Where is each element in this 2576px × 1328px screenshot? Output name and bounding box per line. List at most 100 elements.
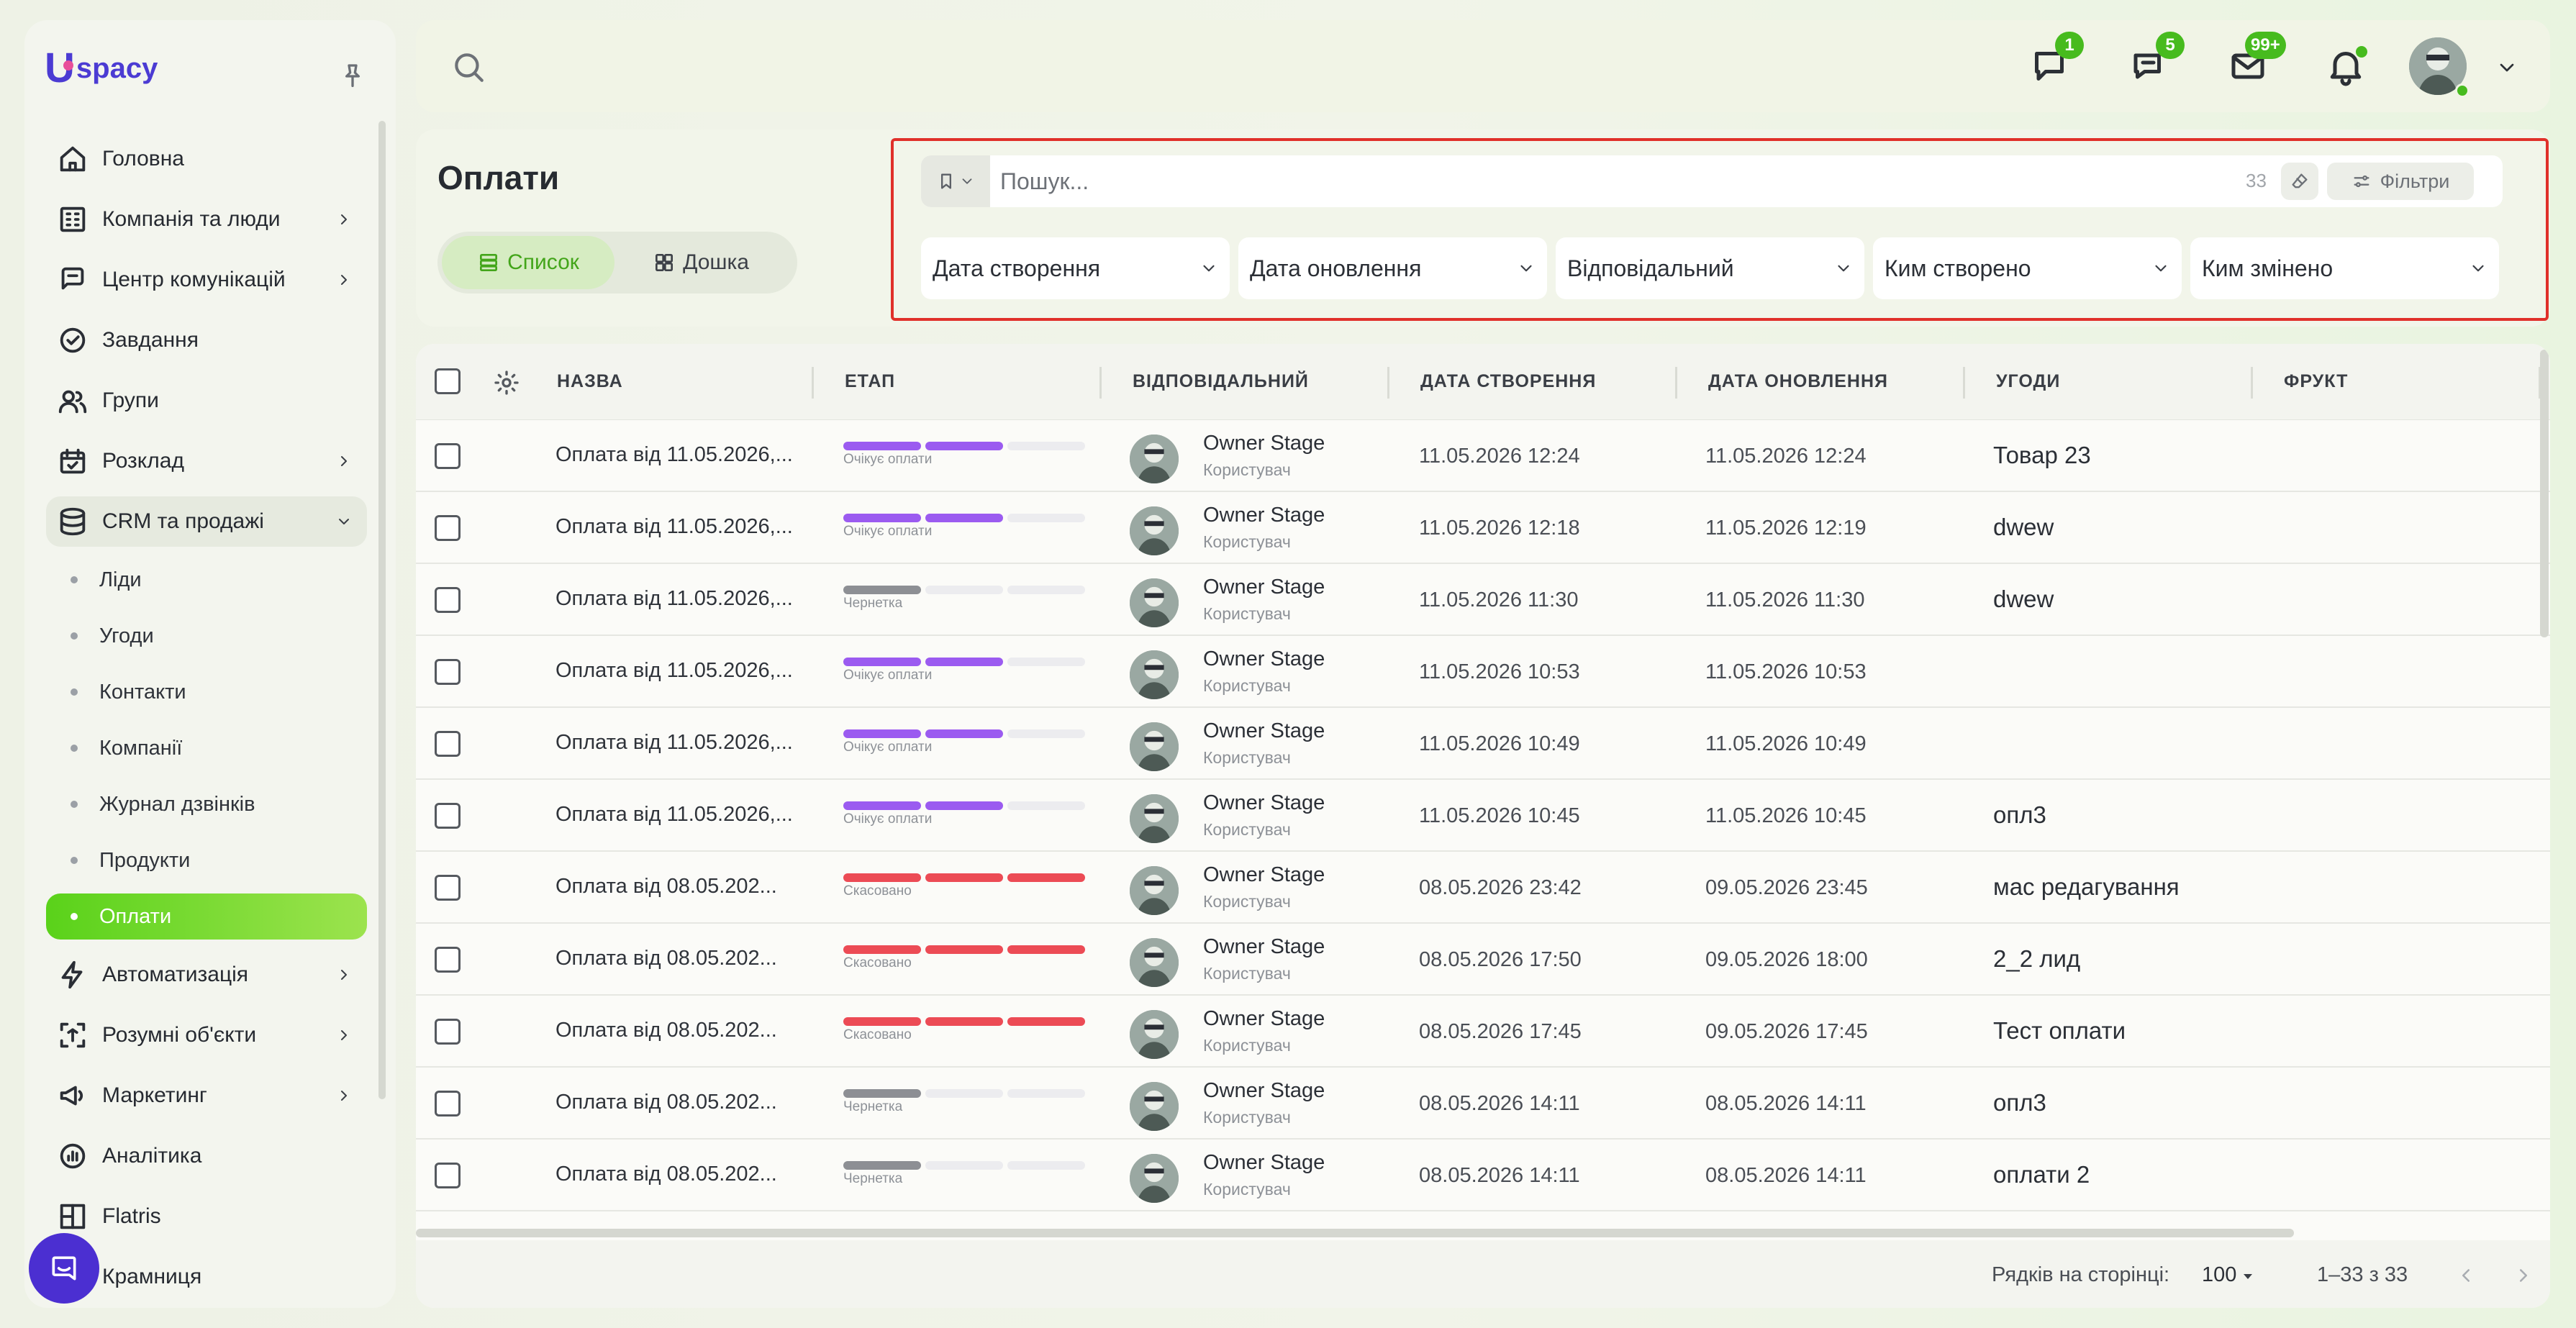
payment-name-link[interactable]: Оплата від 11.05.2026,... [555,659,797,683]
table-row[interactable]: Оплата від 11.05.2026,... Очікує оплати Ow… [416,420,2550,492]
chevron-right-icon[interactable] [335,211,353,228]
responsible-name[interactable]: Owner Stage [1203,1007,1325,1031]
payment-name-link[interactable]: Оплата від 11.05.2026,... [555,803,797,827]
table-row[interactable]: Оплата від 11.05.2026,... Очікує оплати Ow… [416,636,2550,708]
filter-select[interactable]: Ким створено [1873,237,2182,299]
table-horizontal-scrollbar[interactable] [416,1229,2294,1237]
select-all-checkbox[interactable] [435,368,461,394]
filter-select[interactable]: Відповідальний [1556,237,1864,299]
column-header[interactable]: НАЗВА [557,371,623,392]
column-header[interactable]: ФРУКТ [2284,371,2348,392]
deal-link[interactable]: 2_2 лид [1993,945,2080,973]
deal-link[interactable]: Товар 23 [1993,442,2091,469]
previous-page-icon[interactable] [2455,1265,2477,1286]
sidebar-item-communication[interactable]: Центр комунікацій [46,255,367,305]
sidebar-subitem[interactable]: Ліди [46,557,367,603]
table-row[interactable]: Оплата від 11.05.2026,... Очікує оплати Ow… [416,780,2550,852]
sidebar-scrollbar[interactable] [378,121,386,1099]
deal-link[interactable]: dwew [1993,586,2054,613]
sidebar-item-flatris[interactable]: Flatris [46,1191,367,1242]
payment-name-link[interactable]: Оплата від 11.05.2026,... [555,443,797,467]
responsible-name[interactable]: Owner Stage [1203,647,1325,671]
responsible-name[interactable]: Owner Stage [1203,863,1325,887]
row-checkbox[interactable] [435,1019,461,1045]
responsible-name[interactable]: Owner Stage [1203,432,1325,455]
sidebar-item-home[interactable]: Головна [46,134,367,184]
filter-select[interactable]: Ким змінено [2190,237,2499,299]
sidebar-item-task-check[interactable]: Завдання [46,315,367,365]
deal-link[interactable]: dwew [1993,514,2054,541]
table-row[interactable]: Оплата від 11.05.2026,... Чернетка Owner S… [416,564,2550,636]
filter-select[interactable]: Дата створення [921,237,1230,299]
sidebar-subitem[interactable]: Контакти [46,669,367,715]
column-resize-handle[interactable] [812,367,814,399]
payment-name-link[interactable]: Оплата від 08.05.202... [555,875,797,899]
table-row[interactable]: Оплата від 08.05.202... Чернетка Owner Sta… [416,1068,2550,1140]
row-checkbox[interactable] [435,947,461,973]
table-row[interactable]: Оплата від 08.05.202... Чернетка Owner Sta… [416,1140,2550,1211]
responsible-name[interactable]: Owner Stage [1203,791,1325,815]
chevron-right-icon[interactable] [335,966,353,983]
sidebar-subitem[interactable]: Угоди [46,613,367,659]
row-checkbox[interactable] [435,659,461,685]
deal-link[interactable]: мас редагування [1993,873,2180,901]
column-resize-handle[interactable] [1963,367,1965,399]
payment-name-link[interactable]: Оплата від 08.05.202... [555,1019,797,1042]
deal-link[interactable]: оплати 2 [1993,1161,2090,1188]
payment-name-link[interactable]: Оплата від 11.05.2026,... [555,587,797,611]
responsible-name[interactable]: Owner Stage [1203,1079,1325,1103]
payment-name-link[interactable]: Оплата від 08.05.202... [555,1163,797,1186]
chevron-down-icon[interactable] [335,513,353,530]
payment-name-link[interactable]: Оплата від 11.05.2026,... [555,515,797,539]
payment-name-link[interactable]: Оплата від 11.05.2026,... [555,731,797,755]
row-checkbox[interactable] [435,515,461,541]
chevron-right-icon[interactable] [335,452,353,470]
chevron-right-icon[interactable] [335,1087,353,1104]
sidebar-subitem[interactable]: Оплати [46,893,367,940]
sidebar-item-marketing[interactable]: Маркетинг [46,1070,367,1121]
row-checkbox[interactable] [435,587,461,613]
search-icon[interactable] [450,49,486,85]
responsible-name[interactable]: Owner Stage [1203,1151,1325,1175]
column-resize-handle[interactable] [1099,367,1102,399]
sidebar-subitem[interactable]: Компанії [46,725,367,771]
sidebar-item-lightning[interactable]: Автоматизація [46,950,367,1000]
column-resize-handle[interactable] [2251,367,2253,399]
column-resize-handle[interactable] [1387,367,1389,399]
column-header[interactable]: ДАТА СТВОРЕННЯ [1420,371,1596,392]
filter-select[interactable]: Дата оновлення [1238,237,1547,299]
chevron-right-icon[interactable] [335,1027,353,1044]
payment-name-link[interactable]: Оплата від 08.05.202... [555,947,797,970]
responsible-name[interactable]: Owner Stage [1203,719,1325,743]
responsible-name[interactable]: Owner Stage [1203,935,1325,959]
table-row[interactable]: Оплата від 08.05.202... Скасовано Owner St… [416,996,2550,1068]
gear-icon[interactable] [492,368,521,397]
chevron-right-icon[interactable] [335,271,353,288]
logo[interactable]: U spacy [45,47,158,89]
table-vertical-scrollbar[interactable] [2540,350,2549,637]
sidebar-item-calendar[interactable]: Розклад [46,436,367,486]
table-row[interactable]: Оплата від 11.05.2026,... Очікує оплати Ow… [416,708,2550,780]
row-checkbox[interactable] [435,1091,461,1116]
responsible-name[interactable]: Owner Stage [1203,576,1325,599]
chevron-down-icon[interactable] [2495,56,2518,79]
pin-icon[interactable] [338,62,367,91]
column-header[interactable]: ВІДПОВІДАЛЬНИЙ [1133,371,1309,392]
saved-filters-button[interactable] [921,155,990,207]
sidebar-item-database[interactable]: CRM та продажі [46,496,367,547]
row-checkbox[interactable] [435,731,461,757]
next-page-icon[interactable] [2513,1265,2534,1286]
clear-search-button[interactable] [2281,163,2318,200]
row-checkbox[interactable] [435,1163,461,1188]
table-row[interactable]: Оплата від 08.05.202... Скасовано Owner St… [416,852,2550,924]
filters-button[interactable]: Фільтри [2327,163,2474,200]
deal-link[interactable]: опл3 [1993,801,2046,829]
table-row[interactable]: Оплата від 11.05.2026,... Очікує оплати Ow… [416,492,2550,564]
chat-support-button[interactable] [29,1233,99,1304]
search-input[interactable] [1000,155,2151,207]
caret-down-icon[interactable] [2239,1268,2257,1285]
column-header[interactable]: ДАТА ОНОВЛЕННЯ [1708,371,1888,392]
sidebar-item-analytics[interactable]: Аналітика [46,1131,367,1181]
deal-link[interactable]: опл3 [1993,1089,2046,1116]
row-checkbox[interactable] [435,803,461,829]
